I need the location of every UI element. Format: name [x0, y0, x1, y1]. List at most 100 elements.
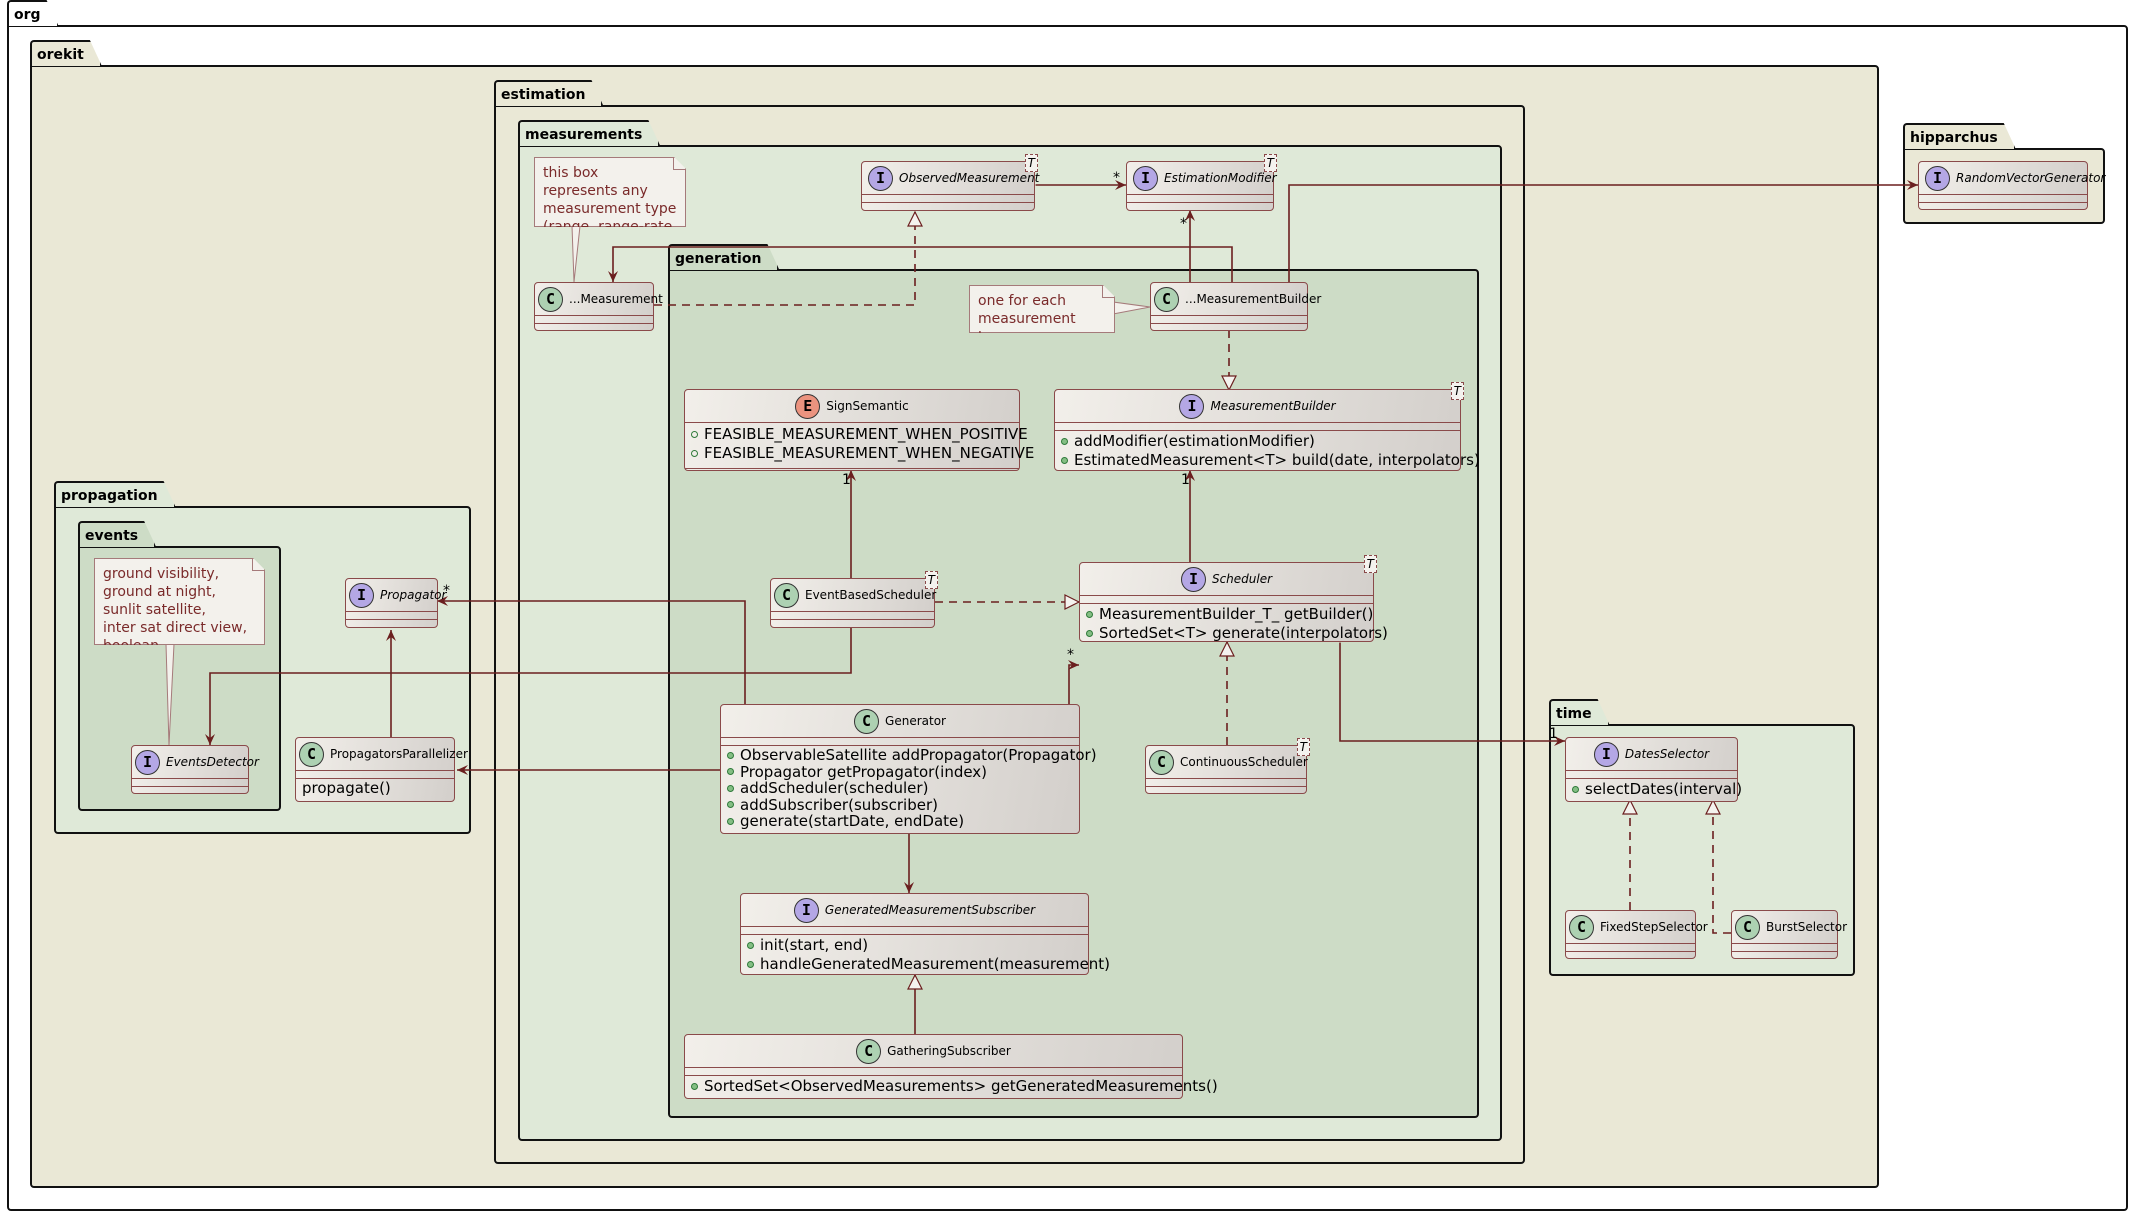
class-name: Propagator — [380, 588, 447, 602]
class-measurement[interactable]: C ...Measurement — [534, 282, 663, 331]
member-text: addScheduler(scheduler) — [740, 779, 929, 797]
member-text: FEASIBLE_MEASUREMENT_WHEN_POSITIVE — [704, 425, 1028, 443]
class-name: ...Measurement — [569, 292, 663, 306]
method: EstimatedMeasurement<T> build(date, inte… — [1061, 451, 1480, 470]
interface-icon: I — [793, 897, 819, 923]
note-line: this box represents any — [543, 165, 648, 199]
type-param: T — [1296, 738, 1310, 756]
package-propagation-tab: propagation — [54, 481, 176, 507]
class-name: EventsDetector — [166, 755, 259, 769]
multiplicity-label: * — [1067, 647, 1074, 663]
method: generate(startDate, endDate) — [727, 813, 1073, 830]
multiplicity-label: 1 — [842, 472, 851, 488]
note-line: ground visibility, — [103, 566, 220, 582]
class-icon: C — [1569, 914, 1594, 940]
type-param: T — [1024, 154, 1038, 172]
class-observed-measurement[interactable]: T I ObservedMeasurement — [861, 154, 1039, 211]
member-text: propagate() — [302, 779, 391, 797]
class-icon: C — [856, 1038, 882, 1064]
multiplicity-label: * — [1180, 216, 1187, 232]
class-name: GatheringSubscriber — [887, 1044, 1011, 1058]
member-text: Propagator getPropagator(index) — [740, 762, 988, 781]
package-measurements-tab: measurements — [518, 120, 660, 146]
class-name: DatesSelector — [1624, 747, 1710, 761]
class-name: EventBasedScheduler — [805, 588, 937, 602]
method: init(start, end) — [747, 936, 1082, 955]
class-icon: C — [299, 741, 324, 767]
class-icon: C — [538, 286, 563, 312]
interface-icon: I — [1925, 165, 1950, 191]
class-continuous-scheduler[interactable]: T C ContinuousScheduler — [1145, 738, 1310, 794]
note-line: measurement type — [543, 201, 677, 217]
member-text: addSubscriber(subscriber) — [740, 795, 938, 814]
class-event-based-scheduler[interactable]: T C EventBasedScheduler — [770, 571, 938, 628]
package-estimation-tab: estimation — [494, 80, 603, 106]
multiplicity-label: * — [1113, 170, 1120, 186]
interface-icon: I — [1133, 165, 1158, 191]
method: selectDates(interval) — [1572, 780, 1742, 799]
class-icon: C — [1149, 749, 1174, 775]
class-name: FixedStepSelector — [1600, 920, 1708, 934]
interface-icon: I — [349, 582, 374, 608]
member-text: selectDates(interval) — [1585, 780, 1743, 798]
member-text: FEASIBLE_MEASUREMENT_WHEN_NEGATIVE — [704, 444, 1035, 462]
member-text: addModifier(estimationModifier) — [1074, 432, 1315, 450]
class-sign-semantic[interactable]: E SignSemantic FEASIBLE_MEASUREMENT_WHEN_… — [684, 389, 1034, 471]
package-events-tab: events — [78, 521, 156, 547]
method: addSubscriber(subscriber) — [727, 795, 1073, 814]
class-gathering-subscriber[interactable]: C GatheringSubscriber SortedSet<ObservedM… — [684, 1034, 1218, 1099]
package-org-tab: org — [7, 0, 59, 26]
class-estimation-modifier[interactable]: T I EstimationModifier — [1126, 154, 1277, 211]
type-param: T — [924, 571, 938, 589]
interface-icon: I — [1593, 741, 1619, 767]
note-line: inter sat direct view, — [103, 620, 248, 636]
class-name: GeneratedMeasurementSubscriber — [824, 903, 1036, 917]
class-name: ContinuousScheduler — [1180, 755, 1308, 769]
type-param: T — [1363, 555, 1377, 573]
class-scheduler[interactable]: T I Scheduler MeasurementBuilder_T_ getBu… — [1079, 555, 1388, 642]
member-text: MeasurementBuilder_T_ getBuilder() — [1099, 605, 1374, 623]
multiplicity-label: 1 — [1549, 726, 1558, 742]
method: MeasurementBuilder_T_ getBuilder() — [1086, 605, 1373, 624]
class-icon: C — [1154, 286, 1179, 312]
class-measurement-builder-impl[interactable]: C ...MeasurementBuilder — [1150, 282, 1321, 331]
method: ObservableSatellite addPropagator(Propag… — [727, 747, 1097, 764]
class-generator[interactable]: C Generator ObservableSatellite addPropag… — [720, 704, 1097, 834]
note-line: ground at night, — [103, 584, 216, 600]
class-measurement-builder[interactable]: T I MeasurementBuilder addModifier(estima… — [1054, 382, 1480, 471]
member-text: SortedSet<ObservedMeasurements> getGener… — [704, 1077, 1218, 1095]
class-name: ObservedMeasurement — [899, 171, 1040, 185]
method: SortedSet<ObservedMeasurements> getGener… — [691, 1077, 1218, 1096]
member-text: init(start, end) — [760, 936, 869, 954]
class-burst-selector[interactable]: C BurstSelector — [1731, 910, 1847, 959]
note-line: sunlit satellite, — [103, 602, 206, 618]
multiplicity-label: * — [443, 583, 450, 599]
member-text: ObservableSatellite addPropagator(Propag… — [740, 746, 1097, 764]
note-measurement: this box represents any measurement type… — [534, 157, 686, 227]
member-text: generate(startDate, endDate) — [740, 812, 965, 830]
interface-icon: I — [1180, 566, 1206, 592]
class-icon: C — [1735, 914, 1760, 940]
note-builder: one for each measurement type — [969, 285, 1115, 333]
class-name: Generator — [885, 714, 946, 728]
enum-icon: E — [795, 393, 821, 419]
class-generated-measurement-subscriber[interactable]: I GeneratedMeasurementSubscriber init(sta… — [740, 893, 1110, 975]
class-dates-selector[interactable]: I DatesSelector selectDates(interval) — [1565, 737, 1742, 802]
note-line: one for each — [978, 293, 1066, 309]
class-propagator[interactable]: I Propagator — [345, 578, 446, 628]
enum-value: FEASIBLE_MEASUREMENT_WHEN_NEGATIVE — [691, 444, 1034, 463]
interface-icon: I — [135, 749, 160, 775]
multiplicity-label: 1 — [1181, 472, 1190, 488]
class-name: Scheduler — [1211, 572, 1273, 586]
class-name: ...MeasurementBuilder — [1185, 292, 1322, 306]
class-propagators-parallelizer[interactable]: C PropagatorsParallelizer propagate() — [295, 737, 468, 802]
class-name: EstimationModifier — [1164, 171, 1277, 185]
method: addScheduler(scheduler) — [727, 780, 1073, 797]
class-events-detector[interactable]: I EventsDetector — [131, 745, 259, 794]
class-random-vector-generator[interactable]: I RandomVectorGenerator — [1918, 161, 2105, 210]
method: Propagator getPropagator(index) — [727, 762, 1073, 781]
class-name: MeasurementBuilder — [1210, 399, 1336, 413]
class-fixed-step-selector[interactable]: C FixedStepSelector — [1565, 910, 1708, 959]
member-text: SortedSet<T> generate(interpolators) — [1099, 624, 1388, 642]
package-generation-tab: generation — [668, 244, 779, 270]
